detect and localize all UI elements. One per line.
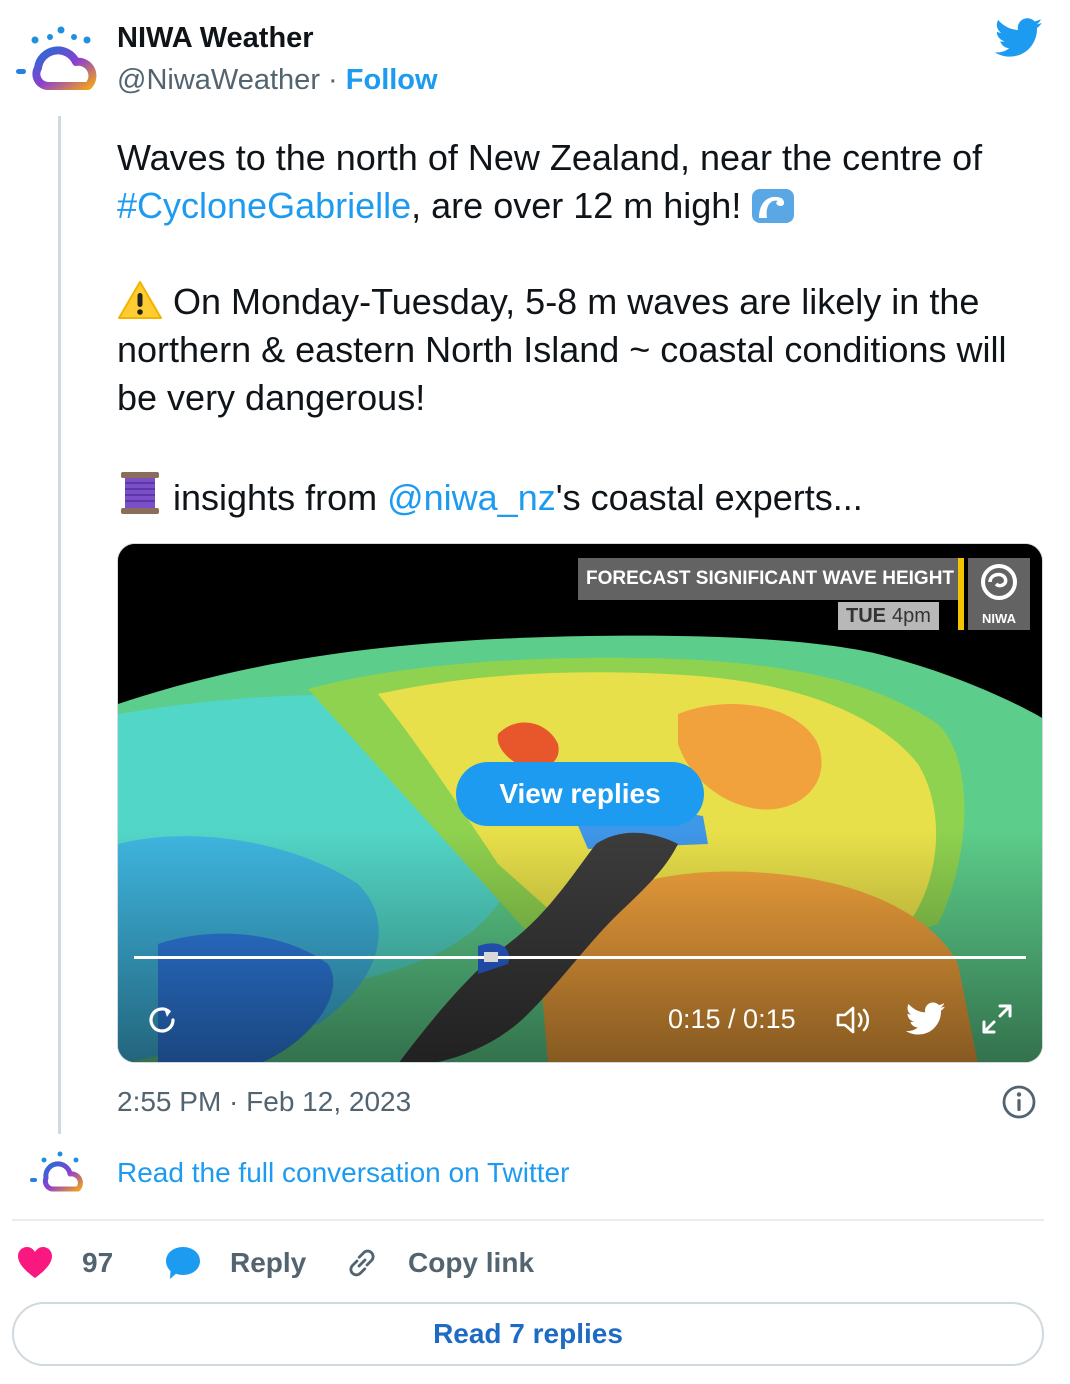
small-avatar-icon[interactable] [28,1150,90,1202]
overlay-hour: 4pm [892,605,931,627]
tweet-text-segment: insights from [173,477,388,518]
tweet-text-segment: On Monday-Tuesday, 5-8 m waves are likel… [117,281,1007,418]
tweet-paragraph-3: insights from @niwa_nz's coastal experts… [117,470,1037,522]
tweet-text: Waves to the north of New Zealand, near … [117,134,1037,522]
twitter-video-icon[interactable] [906,1002,946,1036]
author-handle[interactable]: @NiwaWeather [117,64,320,96]
niwa-logo-icon [16,26,97,90]
video-player[interactable]: FORECAST SIGNIFICANT WAVE HEIGHT TUE 4pm … [117,543,1043,1063]
follow-button[interactable]: Follow [346,64,438,96]
copy-link-button[interactable]: Copy link [344,1240,534,1286]
reply-bubble-icon [166,1247,200,1279]
wave-emoji-icon [752,189,795,223]
heart-icon [18,1247,52,1278]
separator: · [319,64,346,96]
niwa-swirl-icon [981,564,1017,600]
time-readout: 0:15 / 0:15 [668,1004,796,1034]
overlay-title: FORECAST SIGNIFICANT WAVE HEIGHT [578,558,963,600]
reply-button[interactable]: Reply [164,1240,306,1286]
tweet-text-segment: 's coastal experts... [555,477,863,518]
warning-emoji-icon [118,281,162,319]
view-replies-button[interactable]: View replies [456,762,704,826]
twitter-bird-icon[interactable] [995,18,1043,58]
copy-link-label: Copy link [408,1247,535,1278]
tweet-text-segment: , are over 12 m high! [411,185,742,226]
reply-label: Reply [230,1247,307,1278]
author-handle-line: @NiwaWeather · Follow [117,64,438,97]
tweet-paragraph-1: Waves to the north of New Zealand, near … [117,134,1037,230]
author-name[interactable]: NIWA Weather [117,22,314,55]
replay-icon[interactable] [144,1002,180,1038]
overlay-time: TUE 4pm [838,602,939,630]
overlay-accent-bar [958,558,964,630]
tweet-timestamp[interactable]: 2:55 PM · Feb 12, 2023 [117,1086,411,1118]
like-button[interactable]: 97 [16,1240,113,1286]
overlay-niwa-logo: NIWA [968,558,1030,630]
link-icon [349,1249,375,1277]
avatar[interactable] [12,20,104,112]
overlay-logo-text: NIWA [982,611,1016,626]
read-conversation-link[interactable]: Read the full conversation on Twitter [117,1157,569,1189]
tweet-text-segment: Waves to the north of New Zealand, near … [117,137,983,178]
divider [12,1219,1044,1221]
thread-emoji-icon [121,472,159,514]
read-replies-button[interactable]: Read 7 replies [12,1302,1044,1366]
volume-icon[interactable] [834,1002,874,1038]
overlay-day: TUE [846,605,886,627]
hashtag-link[interactable]: #CycloneGabrielle [117,185,411,226]
info-icon[interactable] [1001,1084,1037,1120]
like-count: 97 [82,1247,114,1278]
mention-link[interactable]: @niwa_nz [387,477,556,518]
progress-knob[interactable] [484,952,498,962]
progress-bar[interactable] [134,956,1026,959]
thread-line [58,116,61,1134]
fullscreen-icon[interactable] [978,1000,1016,1038]
tweet-paragraph-2: On Monday-Tuesday, 5-8 m waves are likel… [117,278,1037,422]
